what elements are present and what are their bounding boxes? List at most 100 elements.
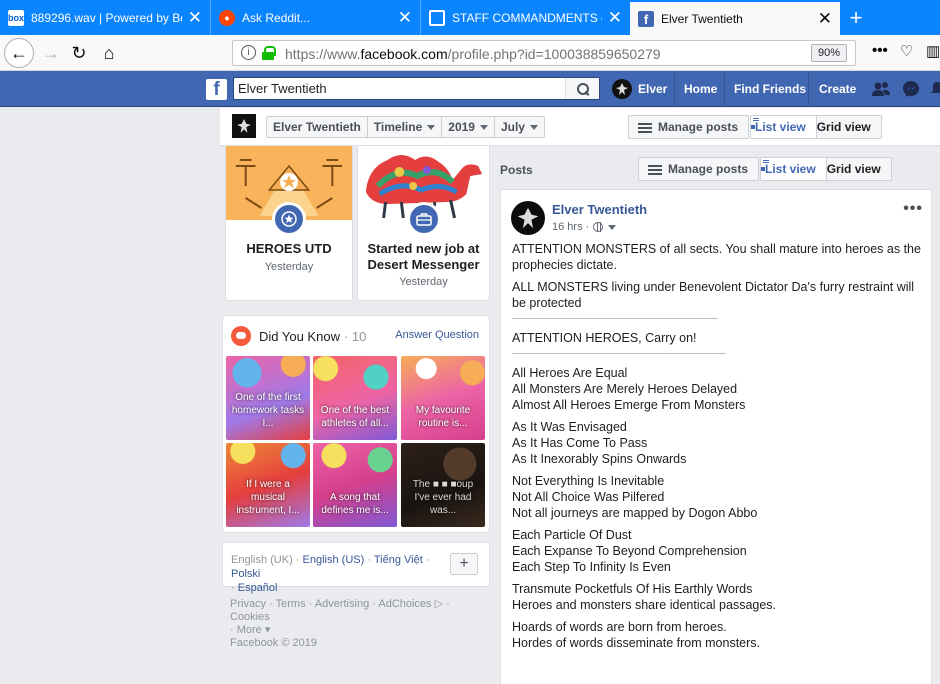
grid-view-button[interactable]: Grid view bbox=[817, 116, 881, 138]
profile-link[interactable]: Elver bbox=[612, 71, 667, 107]
arrow-left-icon: ← bbox=[10, 42, 28, 63]
close-icon[interactable]: ✕ bbox=[398, 9, 412, 26]
language-link[interactable]: Español bbox=[238, 582, 278, 594]
did-you-know-count: · 10 bbox=[343, 328, 367, 344]
more-options-icon[interactable]: ••• bbox=[903, 200, 923, 218]
tab-box[interactable]: box 889296.wav | Powered by Box ✕ bbox=[0, 0, 210, 35]
answer-question-link[interactable]: Answer Question bbox=[395, 329, 479, 341]
notifications-icon[interactable] bbox=[928, 80, 940, 98]
facebook-search bbox=[233, 77, 600, 100]
life-event-card[interactable]: Started new job at Desert Messenger Yest… bbox=[357, 146, 490, 301]
avatar[interactable] bbox=[511, 201, 545, 235]
life-event-date: Yesterday bbox=[399, 276, 448, 288]
question-tile-text: One of the first homework tasks I... bbox=[231, 392, 305, 429]
month-select[interactable]: July bbox=[495, 117, 544, 137]
back-button[interactable]: ← bbox=[4, 38, 34, 68]
divider bbox=[512, 311, 718, 319]
tab-title: 889296.wav | Powered by Box bbox=[31, 10, 182, 25]
new-tab-button[interactable]: + bbox=[842, 0, 870, 35]
post-line: As It Was Envisaged bbox=[512, 420, 627, 434]
post-line: Not All Choice Was Pilfered bbox=[512, 490, 665, 504]
adchoices-icon: ▷ bbox=[431, 598, 444, 610]
timeline-selector: Elver Twentieth Timeline 2019 July bbox=[266, 116, 545, 138]
grid-view-button[interactable]: Grid view bbox=[827, 158, 891, 180]
life-event-title[interactable]: Started new job at Desert Messenger bbox=[358, 241, 489, 273]
globe-icon[interactable] bbox=[593, 222, 604, 232]
forward-button[interactable]: → bbox=[36, 38, 66, 68]
timeline-name[interactable]: Elver Twentieth bbox=[267, 117, 368, 137]
question-tile[interactable]: A song that defines me is... bbox=[313, 443, 397, 527]
close-icon[interactable]: ✕ bbox=[818, 10, 832, 27]
search-button[interactable] bbox=[565, 78, 599, 99]
profile-thumbnail[interactable] bbox=[232, 114, 256, 138]
footer-link[interactable]: Cookies bbox=[230, 611, 270, 623]
language-link[interactable]: English (US) bbox=[303, 554, 365, 566]
footer-more-link[interactable]: More bbox=[237, 624, 262, 636]
menu-icon[interactable]: ▥ bbox=[926, 42, 940, 60]
messenger-icon[interactable] bbox=[902, 80, 920, 98]
post-timestamp[interactable]: 16 hrs · bbox=[552, 221, 589, 233]
timeline-sticky-bar: Elver Twentieth Timeline 2019 July Manag… bbox=[220, 108, 940, 146]
pocket-icon[interactable]: ♡ bbox=[900, 42, 913, 60]
tab-title: STAFF COMMANDMENTS on \ bbox=[452, 10, 602, 25]
add-language-button[interactable]: + bbox=[450, 553, 478, 575]
search-input[interactable] bbox=[238, 80, 558, 97]
question-tile[interactable]: My favourite routine is... bbox=[401, 356, 485, 440]
list-view-button[interactable]: List view bbox=[751, 116, 817, 138]
question-tile[interactable]: The ■ ■ ■oup I've ever had was... bbox=[401, 443, 485, 527]
url-text[interactable]: https://www.facebook.com/profile.php?id=… bbox=[285, 46, 661, 62]
reload-button[interactable]: ↻ bbox=[64, 38, 94, 68]
timeline-section-select[interactable]: Timeline bbox=[368, 117, 443, 137]
footer-link[interactable]: Terms bbox=[276, 598, 306, 610]
manage-posts-button[interactable]: Manage posts bbox=[638, 157, 760, 181]
home-button[interactable]: ⌂ bbox=[94, 38, 124, 68]
footer-link[interactable]: Advertising bbox=[315, 598, 369, 610]
life-event-title[interactable]: HEROES UTD bbox=[226, 241, 352, 257]
manage-posts-button[interactable]: Manage posts bbox=[628, 115, 750, 139]
manage-icon bbox=[648, 164, 662, 175]
language-list: English (UK) · English (US) · Tiếng Việt… bbox=[231, 554, 430, 594]
post-card: Elver Twentieth 16 hrs · ••• ATTENTION M… bbox=[500, 189, 932, 684]
url-bar[interactable]: i https://www.facebook.com/profile.php?i… bbox=[232, 40, 856, 66]
browser-nav-bar: ← → ↻ ⌂ i https://www.facebook.com/profi… bbox=[0, 35, 940, 71]
footer-link[interactable]: Privacy bbox=[230, 598, 266, 610]
question-tile[interactable]: One of the best athletes of all... bbox=[313, 356, 397, 440]
language-link[interactable]: Polski bbox=[231, 568, 260, 580]
tab-staff-commandments[interactable]: ▣ STAFF COMMANDMENTS on \ ✕ bbox=[420, 0, 630, 35]
list-view-button[interactable]: List view bbox=[761, 158, 827, 180]
page-footer: Privacy · Terms · Advertising · AdChoice… bbox=[230, 598, 450, 649]
year-select[interactable]: 2019 bbox=[442, 117, 495, 137]
tab-facebook[interactable]: f Elver Twentieth ✕ bbox=[630, 0, 840, 35]
post-author[interactable]: Elver Twentieth bbox=[552, 202, 647, 217]
close-icon[interactable]: ✕ bbox=[188, 9, 202, 26]
nav-home[interactable]: Home bbox=[674, 71, 717, 107]
lock-icon[interactable] bbox=[262, 46, 276, 60]
year-label: 2019 bbox=[448, 120, 475, 134]
left-gutter bbox=[0, 108, 220, 684]
avatar bbox=[612, 79, 632, 99]
question-tile-text: The ■ ■ ■oup I've ever had was... bbox=[412, 479, 474, 516]
did-you-know-title: Did You Know bbox=[259, 328, 340, 344]
view-toggle: List view Grid view bbox=[750, 115, 882, 139]
more-actions-icon[interactable]: ••• bbox=[872, 42, 888, 59]
language-link[interactable]: Tiếng Việt bbox=[374, 554, 423, 566]
friend-requests-icon[interactable] bbox=[872, 80, 890, 98]
close-icon[interactable]: ✕ bbox=[608, 9, 622, 26]
tab-reddit[interactable]: ● Ask Reddit... ✕ bbox=[210, 0, 420, 35]
facebook-top-bar: f Elver Home Find Friends Create bbox=[0, 71, 940, 107]
zoom-indicator[interactable]: 90% bbox=[810, 44, 847, 62]
profile-figure-icon bbox=[517, 207, 539, 229]
info-icon[interactable]: i bbox=[241, 45, 256, 60]
chevron-down-icon[interactable] bbox=[608, 224, 617, 230]
footer-link[interactable]: AdChoices bbox=[378, 598, 431, 610]
reload-icon: ↻ bbox=[71, 42, 87, 63]
facebook-logo-icon[interactable]: f bbox=[206, 79, 227, 100]
manage-posts-label: Manage posts bbox=[658, 120, 739, 134]
question-tile[interactable]: One of the first homework tasks I... bbox=[226, 356, 310, 440]
nav-create[interactable]: Create bbox=[808, 71, 856, 107]
nav-find-friends[interactable]: Find Friends bbox=[724, 71, 806, 107]
life-event-card[interactable]: HEROES UTD Yesterday bbox=[225, 146, 353, 301]
question-tile[interactable]: If I were a musical instrument, I... bbox=[226, 443, 310, 527]
url-path: /profile.php?id=100038859650279 bbox=[447, 46, 661, 62]
post-line: ATTENTION HEROES, Carry on! bbox=[512, 331, 697, 345]
